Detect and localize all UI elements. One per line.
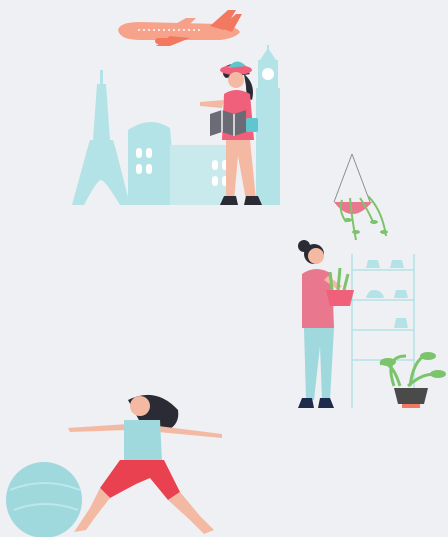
woman-holding-plant-icon: [298, 240, 354, 408]
fitness-illustration: [6, 394, 222, 537]
exercise-ball-icon: [6, 462, 82, 537]
travel-illustration: [72, 10, 280, 205]
plant-shelf-icon: [351, 254, 415, 408]
gardening-illustration: [298, 153, 446, 408]
hobbies-illustration-canvas: [0, 0, 448, 537]
map-icon: [210, 110, 246, 136]
eiffel-tower-icon: [72, 70, 130, 205]
yoga-woman-icon: [68, 394, 222, 534]
hanging-planter-icon: [333, 153, 388, 241]
airplane-icon: [118, 10, 242, 46]
